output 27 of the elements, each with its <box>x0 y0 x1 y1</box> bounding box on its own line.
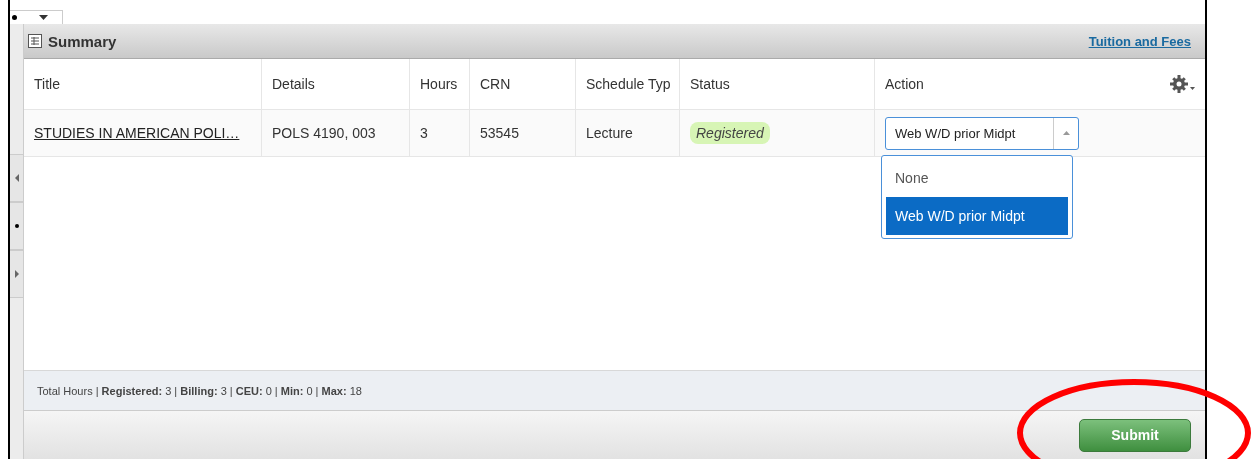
course-title-link[interactable]: STUDIES IN AMERICAN POLI… <box>34 125 240 141</box>
column-header[interactable]: Status <box>690 76 730 92</box>
table-cell: POLS 4190, 003 <box>272 125 376 141</box>
left-arrow-icon[interactable] <box>14 174 19 182</box>
dropdown-option[interactable]: None <box>886 159 1068 197</box>
status-badge: Registered <box>690 122 770 144</box>
column-header[interactable]: Title <box>34 76 60 92</box>
column-header[interactable]: CRN <box>480 76 511 92</box>
column-header[interactable]: Hours <box>420 76 458 92</box>
dropdown-option[interactable]: Web W/D prior Midpt <box>886 197 1068 235</box>
right-arrow-icon[interactable] <box>14 270 19 278</box>
column-header[interactable]: Schedule Typ <box>586 76 671 92</box>
dot-icon <box>12 15 17 20</box>
action-dropdown[interactable]: Web W/D prior Midpt <box>885 116 1079 150</box>
panel-title: Summary <box>48 32 118 50</box>
dot-icon <box>14 224 19 228</box>
caret-icon[interactable] <box>39 15 48 20</box>
gear-icon[interactable] <box>1169 74 1195 94</box>
column-header[interactable]: Details <box>272 76 315 92</box>
table-cell: 53545 <box>480 125 519 141</box>
caret-icon <box>1062 131 1070 135</box>
table-cell: 3 <box>420 125 428 141</box>
total-hours-summary: Total Hours | Registered: 3 | Billing: 3 | CEU: 0 | Min: 0 | Max: 18 <box>37 384 362 397</box>
table-cell: Lecture <box>586 125 633 141</box>
table-icon <box>28 34 42 48</box>
column-header[interactable]: Action <box>885 76 924 92</box>
tuition-link[interactable]: Tuition and Fees <box>1088 33 1191 49</box>
